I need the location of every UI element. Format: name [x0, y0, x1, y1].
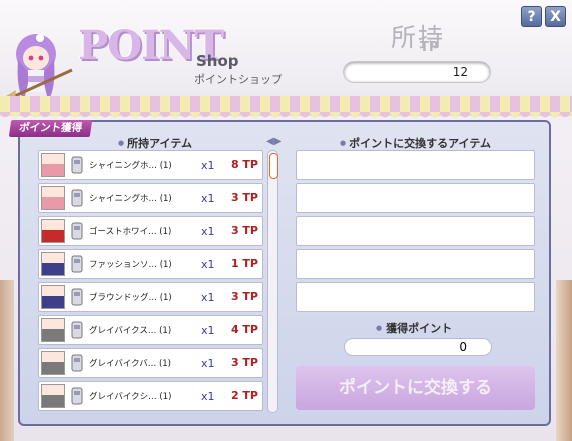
right-decor	[556, 280, 572, 441]
item-tp: 2 TP	[230, 389, 258, 402]
item-tp: 3 TP	[230, 224, 258, 237]
item-name: グレイバイクバ… (1)	[89, 359, 171, 369]
character-avatar	[41, 219, 65, 243]
item-icon	[71, 156, 83, 174]
item-name: グレイバイクス… (1)	[89, 326, 172, 336]
item-name: ゴーストホワイ… (1)	[89, 227, 172, 237]
item-row[interactable]: ブラウンドッグ… (1) x1 3 TP	[38, 282, 263, 312]
point-shop-window: POINT Shop ポイントショップ 所持 TP 12 ? X ポイント獲得 …	[0, 0, 572, 441]
item-row[interactable]: グレイバイクス… (1) x1 4 TP	[38, 315, 263, 345]
close-button[interactable]: X	[545, 6, 566, 27]
item-icon	[71, 387, 83, 405]
header: POINT Shop ポイントショップ 所持 TP 12 ? X	[0, 0, 572, 106]
item-icon	[71, 288, 83, 306]
item-quantity: x1	[201, 159, 215, 172]
exchange-slot[interactable]	[296, 150, 535, 180]
item-quantity: x1	[201, 390, 215, 403]
shop-subtitle: ポイントショップ	[194, 73, 282, 86]
item-name: ファッションソ… (1)	[89, 260, 172, 270]
exchange-slot[interactable]	[296, 183, 535, 213]
item-name: シャイニングホ… (1)	[89, 194, 172, 204]
item-quantity: x1	[201, 225, 215, 238]
owned-unit: TP	[420, 40, 439, 55]
item-icon	[71, 321, 83, 339]
character-avatar	[41, 384, 65, 408]
item-icon	[71, 222, 83, 240]
item-icon	[71, 255, 83, 273]
exchange-slot[interactable]	[296, 216, 535, 246]
exchange-button[interactable]: ポイントに交換する	[296, 366, 535, 410]
item-name: シャイニングホ… (1)	[89, 161, 172, 171]
item-name: グレイバイクシ… (1)	[89, 392, 172, 402]
character-avatar	[41, 153, 65, 177]
item-row[interactable]: シャイニングホ… (1) x1 8 TP	[38, 150, 263, 180]
earn-points-label: 獲得ポイント	[376, 320, 452, 336]
item-row[interactable]: シャイニングホ… (1) x1 3 TP	[38, 183, 263, 213]
item-tp: 1 TP	[230, 257, 258, 270]
item-scrollbar[interactable]	[267, 150, 278, 413]
help-button[interactable]: ?	[521, 6, 542, 27]
item-quantity: x1	[201, 192, 215, 205]
character-avatar	[41, 252, 65, 276]
character-avatar	[41, 186, 65, 210]
nav-arrows[interactable]: ◀▶	[266, 136, 281, 147]
item-row[interactable]: グレイバイクシ… (1) x1 2 TP	[38, 381, 263, 411]
item-tp: 4 TP	[230, 323, 258, 336]
item-tp: 8 TP	[230, 158, 258, 171]
exchange-items-header: ポイントに交換するアイテム	[340, 135, 491, 151]
item-quantity: x1	[201, 357, 215, 370]
item-tp: 3 TP	[230, 191, 258, 204]
item-tp: 3 TP	[230, 290, 258, 303]
left-decor	[0, 280, 14, 441]
item-row[interactable]: ゴーストホワイ… (1) x1 3 TP	[38, 216, 263, 246]
shop-label: Shop	[196, 52, 239, 70]
scroll-thumb[interactable]	[269, 153, 278, 179]
item-icon	[71, 189, 83, 207]
item-name: ブラウンドッグ… (1)	[89, 293, 172, 303]
item-icon	[71, 354, 83, 372]
item-quantity: x1	[201, 258, 215, 271]
character-avatar	[41, 351, 65, 375]
exchange-slot[interactable]	[296, 249, 535, 279]
item-row[interactable]: グレイバイクバ… (1) x1 3 TP	[38, 348, 263, 378]
item-quantity: x1	[201, 324, 215, 337]
owned-tp-value: 12	[344, 62, 490, 82]
earn-points-tag: ポイント獲得	[8, 120, 93, 137]
item-tp: 3 TP	[230, 356, 258, 369]
character-avatar	[41, 318, 65, 342]
character-avatar	[41, 285, 65, 309]
owned-items-header: 所持アイテム	[118, 135, 192, 151]
exchange-slot[interactable]	[296, 282, 535, 312]
item-quantity: x1	[201, 291, 215, 304]
earn-points-value: 0	[344, 338, 492, 356]
item-row[interactable]: ファッションソ… (1) x1 1 TP	[38, 249, 263, 279]
